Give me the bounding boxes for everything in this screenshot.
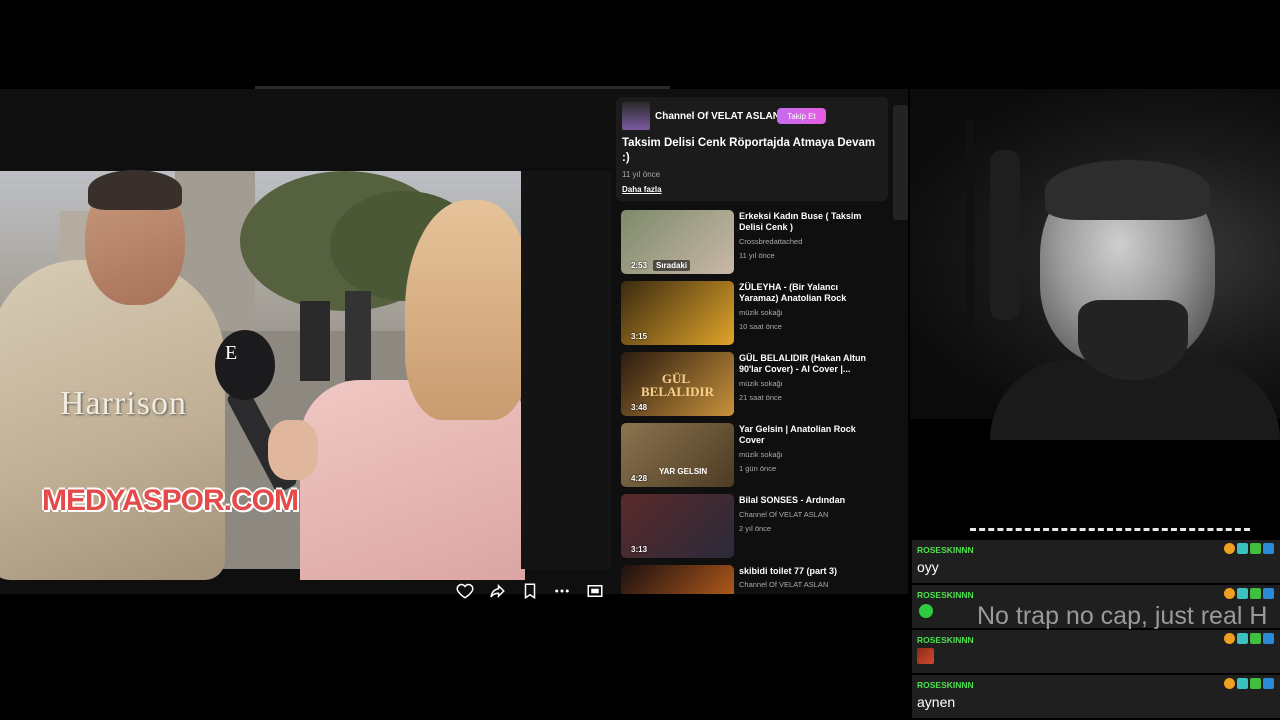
like-icon[interactable] xyxy=(454,580,476,602)
video-title: Taksim Delisi Cenk Röportajda Atmaya Dev… xyxy=(622,137,876,164)
chat-badges xyxy=(1224,633,1274,644)
recommendation-item[interactable]: 3:15 ZÜLEYHA - (Bir Yalancı Yaramaz) Ana… xyxy=(621,281,891,347)
duration-badge: 3:15 xyxy=(631,332,648,341)
badge-icon xyxy=(1263,588,1274,599)
pedestrian xyxy=(300,301,330,381)
badge-icon xyxy=(1237,588,1248,599)
recommendation-meta: 11 yıl önce xyxy=(739,251,775,260)
badge-icon xyxy=(1237,678,1248,689)
interviewer-hand xyxy=(268,420,318,480)
recommendation-channel[interactable]: Crossbredattached xyxy=(739,237,802,246)
recommendation-channel[interactable]: müzik sokağı xyxy=(739,308,783,317)
chat-badges xyxy=(1224,678,1274,689)
badge-icon xyxy=(1263,543,1274,554)
recommendation-title[interactable]: GÜL BELALIDIR (Hakan Altun 90'lar Cover)… xyxy=(739,353,879,375)
recommendation-item[interactable]: GÜL BELALIDIR 3:48 GÜL BELALIDIR (Hakan … xyxy=(621,352,891,418)
badge-icon xyxy=(1250,678,1261,689)
streamer-hair xyxy=(1045,160,1210,220)
thumbnail-text: GÜL BELALIDIR xyxy=(641,371,714,399)
more-link[interactable]: Daha fazla xyxy=(622,185,662,194)
thumbnail-text: YAR GELSIN xyxy=(659,467,708,476)
chat-message: ROSESKINNN oyy xyxy=(912,540,1280,583)
video-letterbox xyxy=(521,171,611,569)
badge-icon xyxy=(1224,633,1235,644)
recommendation-title[interactable]: ZÜLEYHA - (Bir Yalancı Yaramaz) Anatolia… xyxy=(739,282,879,304)
chat-username[interactable]: ROSESKINNN xyxy=(917,635,974,645)
more-icon[interactable] xyxy=(551,580,573,602)
recommendation-item[interactable]: YAR GELSIN 4:28 Yar Gelsin | Anatolian R… xyxy=(621,423,891,489)
recommendation-meta: 2 yıl önce xyxy=(739,524,772,533)
chat-text: oyy xyxy=(917,559,939,575)
recommendation-item[interactable]: skibidi toilet 77 (part 3) Channel Of VE… xyxy=(621,565,891,594)
recommendation-meta: 21 saat önce xyxy=(739,393,782,402)
duration-badge: 4:28 xyxy=(631,474,648,483)
follow-button[interactable]: Takip Et xyxy=(777,108,826,124)
save-icon[interactable] xyxy=(519,580,541,602)
recommendation-title[interactable]: skibidi toilet 77 (part 3) xyxy=(739,566,879,577)
recommendation-channel[interactable]: Channel Of VELAT ASLAN xyxy=(739,510,828,519)
recommendation-thumbnail[interactable] xyxy=(621,565,734,594)
channel-avatar[interactable] xyxy=(622,102,650,130)
chat-divider xyxy=(970,528,1250,531)
recommendation-channel[interactable]: müzik sokağı xyxy=(739,379,783,388)
recommendation-channel[interactable]: Channel Of VELAT ASLAN xyxy=(739,580,828,589)
recommendation-title[interactable]: Bilal SONSES - Ardından xyxy=(739,495,879,506)
duration-badge: 3:48 xyxy=(631,403,648,412)
chat-message: ROSESKINNN xyxy=(912,630,1280,673)
badge-icon xyxy=(1250,588,1261,599)
badge-icon xyxy=(1250,633,1261,644)
next-badge: Sıradaki xyxy=(653,260,691,271)
miniplayer-icon[interactable] xyxy=(584,580,606,602)
recommendation-channel[interactable]: müzik sokağı xyxy=(739,450,783,459)
studio-microphone xyxy=(990,150,1020,320)
badge-icon xyxy=(1224,588,1235,599)
chat-badges xyxy=(1224,543,1274,554)
badge-icon xyxy=(1237,543,1248,554)
recommendation-meta: 1 gün önce xyxy=(739,464,777,473)
chat-message: ROSESKINNN aynen xyxy=(912,675,1280,718)
chat-username[interactable]: ROSESKINNN xyxy=(917,545,974,555)
share-icon[interactable] xyxy=(486,580,508,602)
microphone xyxy=(215,330,275,400)
chat-username[interactable]: ROSESKINNN xyxy=(917,590,974,600)
interviewer-hair xyxy=(405,200,530,420)
recommendation-title[interactable]: Yar Gelsin | Anatolian Rock Cover xyxy=(739,424,879,446)
mic-arm xyxy=(966,120,974,330)
channel-name[interactable]: Channel Of VELAT ASLAN xyxy=(655,111,780,122)
streamer-beard xyxy=(1078,300,1188,380)
emote-icon xyxy=(917,648,934,664)
video-age: 11 yıl önce xyxy=(622,170,661,179)
badge-icon xyxy=(1250,543,1261,554)
pedestrian xyxy=(345,291,371,381)
badge-icon xyxy=(1263,678,1274,689)
recommendation-item[interactable]: 2:53 Sıradaki Erkeksi Kadın Buse ( Taksi… xyxy=(621,210,891,276)
recommendation-item[interactable]: 3:13 Bilal SONSES - Ardından Channel Of … xyxy=(621,494,891,560)
badge-icon xyxy=(1263,633,1274,644)
recommendation-meta: 10 saat önce xyxy=(739,322,782,331)
microphone-logo: E xyxy=(225,342,238,364)
recommendation-title[interactable]: Erkeksi Kadın Buse ( Taksim Delisi Cenk … xyxy=(739,211,879,233)
duration-badge: 3:13 xyxy=(631,545,648,554)
duration-badge: 2:53 xyxy=(631,261,648,270)
panel-scrollbar[interactable] xyxy=(893,105,908,220)
interviewee-hair xyxy=(88,170,182,210)
badge-icon xyxy=(1224,678,1235,689)
chat-badges xyxy=(1224,588,1274,599)
badge-icon xyxy=(1237,633,1248,644)
video-watermark: MEDYASPOR.COM xyxy=(42,484,299,517)
chat-text: aynen xyxy=(917,694,956,710)
badge-icon xyxy=(1224,543,1235,554)
jacket-text: Harrison xyxy=(60,385,187,422)
chat-username[interactable]: ROSESKINNN xyxy=(917,680,974,690)
now-playing-overlay: No trap no cap, just real H xyxy=(977,602,1268,630)
spotify-emote-icon xyxy=(919,604,933,618)
